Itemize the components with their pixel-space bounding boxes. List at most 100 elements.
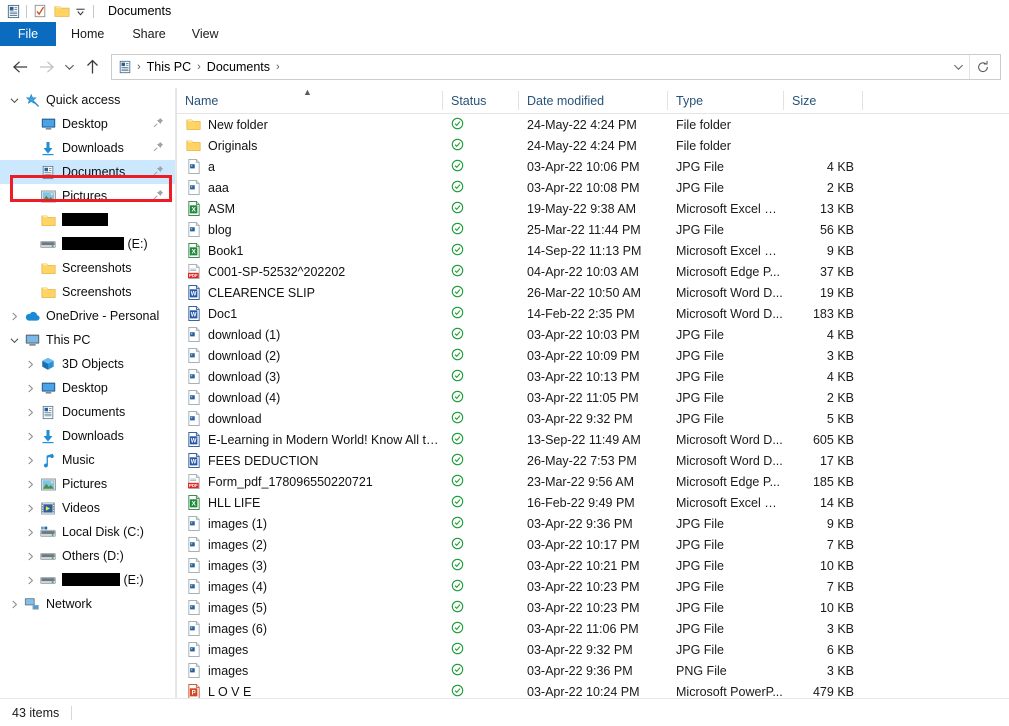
table-row[interactable]: XBook114-Sep-22 11:13 PMMicrosoft Excel …: [177, 240, 1009, 261]
sidebar-item-documents[interactable]: Documents: [0, 400, 176, 424]
breadcrumb-documents[interactable]: Documents: [202, 60, 275, 74]
chevron-right-icon[interactable]: [22, 360, 38, 369]
column-header-status[interactable]: Status: [443, 88, 519, 113]
table-row[interactable]: WE-Learning in Modern World! Know All th…: [177, 429, 1009, 450]
navigation-pane[interactable]: Quick accessDesktopDownloadsDocumentsPic…: [0, 88, 176, 698]
sidebar-item-network[interactable]: Network: [0, 592, 176, 616]
properties-icon[interactable]: [31, 2, 49, 20]
chevron-right-icon[interactable]: [22, 576, 38, 585]
table-row[interactable]: New folder24-May-22 4:24 PMFile folder: [177, 114, 1009, 135]
table-row[interactable]: WCLEARENCE SLIP26-Mar-22 10:50 AMMicroso…: [177, 282, 1009, 303]
column-header-type[interactable]: Type: [668, 88, 784, 113]
table-row[interactable]: PDFC001-SP-52532^20220204-Apr-22 10:03 A…: [177, 261, 1009, 282]
table-row[interactable]: download (3)03-Apr-22 10:13 PMJPG File4 …: [177, 366, 1009, 387]
sidebar-item-documents[interactable]: Documents: [0, 160, 176, 184]
table-row[interactable]: images03-Apr-22 9:36 PMPNG File3 KB: [177, 660, 1009, 681]
sidebar-item-desktop[interactable]: Desktop: [0, 376, 176, 400]
column-header-size[interactable]: Size: [784, 88, 863, 113]
up-arrow-icon[interactable]: [79, 54, 105, 80]
chevron-right-icon[interactable]: [22, 528, 38, 537]
table-row[interactable]: a03-Apr-22 10:06 PMJPG File4 KB: [177, 156, 1009, 177]
table-row[interactable]: XASM19-May-22 9:38 AMMicrosoft Excel W..…: [177, 198, 1009, 219]
table-row[interactable]: download03-Apr-22 9:32 PMJPG File5 KB: [177, 408, 1009, 429]
sidebar-item-music[interactable]: Music: [0, 448, 176, 472]
svg-text:W: W: [190, 439, 196, 445]
sidebar-item-pictures[interactable]: Pictures: [0, 184, 176, 208]
pin-icon[interactable]: [153, 165, 164, 179]
sidebar-item-e[interactable]: (E:): [0, 232, 176, 256]
sidebar-item-others-d[interactable]: Others (D:): [0, 544, 176, 568]
tab-view[interactable]: View: [179, 22, 232, 46]
chevron-right-icon[interactable]: [22, 384, 38, 393]
column-header-date-modified[interactable]: Date modified: [519, 88, 668, 113]
sidebar-item-videos[interactable]: Videos: [0, 496, 176, 520]
cell-type: JPG File: [668, 601, 784, 615]
file-name-label: images (6): [208, 622, 267, 636]
cell-type: Microsoft Edge P...: [668, 475, 784, 489]
chevron-right-icon[interactable]: [22, 432, 38, 441]
table-row[interactable]: download (2)03-Apr-22 10:09 PMJPG File3 …: [177, 345, 1009, 366]
sidebar-item-3d-objects[interactable]: 3D Objects: [0, 352, 176, 376]
breadcrumb-separator[interactable]: ›: [275, 61, 281, 73]
sidebar-item-screenshots[interactable]: Screenshots: [0, 256, 176, 280]
table-row[interactable]: images (4)03-Apr-22 10:23 PMJPG File7 KB: [177, 576, 1009, 597]
sidebar-item-desktop[interactable]: Desktop: [0, 112, 176, 136]
sidebar-item-onedrive-personal[interactable]: OneDrive - Personal: [0, 304, 176, 328]
chevron-right-icon[interactable]: [22, 480, 38, 489]
sidebar-item-quick-access[interactable]: Quick access: [0, 88, 176, 112]
sidebar-item-this-pc[interactable]: This PC: [0, 328, 176, 352]
cell-size: 2 KB: [784, 391, 863, 405]
table-row[interactable]: aaa03-Apr-22 10:08 PMJPG File2 KB: [177, 177, 1009, 198]
customize-dropdown-icon[interactable]: [71, 2, 89, 20]
cell-date-modified: 14-Feb-22 2:35 PM: [519, 307, 668, 321]
tab-share[interactable]: Share: [119, 22, 178, 46]
table-row[interactable]: XHLL LIFE16-Feb-22 9:49 PMMicrosoft Exce…: [177, 492, 1009, 513]
chevron-right-icon[interactable]: [22, 552, 38, 561]
tab-file[interactable]: File: [0, 22, 56, 46]
table-row[interactable]: PL O V E03-Apr-22 10:24 PMMicrosoft Powe…: [177, 681, 1009, 698]
forward-arrow-icon[interactable]: [33, 54, 59, 80]
pin-icon[interactable]: [153, 141, 164, 155]
sidebar-item-e[interactable]: (E:): [0, 568, 176, 592]
chevron-down-icon[interactable]: [6, 337, 22, 344]
table-row[interactable]: images (2)03-Apr-22 10:17 PMJPG File7 KB: [177, 534, 1009, 555]
table-row[interactable]: images (5)03-Apr-22 10:23 PMJPG File10 K…: [177, 597, 1009, 618]
cell-type: JPG File: [668, 517, 784, 531]
sidebar-item-downloads[interactable]: Downloads: [0, 136, 176, 160]
sidebar-item-pictures[interactable]: Pictures: [0, 472, 176, 496]
chevron-right-icon[interactable]: [6, 312, 22, 321]
breadcrumb-this-pc[interactable]: This PC: [142, 60, 196, 74]
tab-home[interactable]: Home: [56, 22, 119, 46]
table-row[interactable]: images (1)03-Apr-22 9:36 PMJPG File9 KB: [177, 513, 1009, 534]
chevron-down-icon[interactable]: [947, 63, 969, 71]
table-row[interactable]: blog25-Mar-22 11:44 PMJPG File56 KB: [177, 219, 1009, 240]
new-folder-icon[interactable]: [53, 2, 71, 20]
column-header-name[interactable]: Name ▲: [177, 88, 443, 113]
recent-locations-icon[interactable]: [59, 54, 79, 80]
table-row[interactable]: download (1)03-Apr-22 10:03 PMJPG File4 …: [177, 324, 1009, 345]
address-bar[interactable]: › This PC › Documents ›: [111, 54, 1001, 80]
table-row[interactable]: WFEES DEDUCTION26-May-22 7:53 PMMicrosof…: [177, 450, 1009, 471]
table-row[interactable]: images (3)03-Apr-22 10:21 PMJPG File10 K…: [177, 555, 1009, 576]
back-arrow-icon[interactable]: [7, 54, 33, 80]
table-row[interactable]: WDoc114-Feb-22 2:35 PMMicrosoft Word D..…: [177, 303, 1009, 324]
table-row[interactable]: images03-Apr-22 9:32 PMJPG File6 KB: [177, 639, 1009, 660]
pin-icon[interactable]: [153, 117, 164, 131]
sidebar-item-local-disk-c[interactable]: Local Disk (C:): [0, 520, 176, 544]
file-name-label: download (1): [208, 328, 280, 342]
refresh-icon[interactable]: [970, 60, 996, 74]
chevron-right-icon[interactable]: [22, 456, 38, 465]
table-row[interactable]: download (4)03-Apr-22 11:05 PMJPG File2 …: [177, 387, 1009, 408]
sidebar-item-redacted-5[interactable]: [0, 208, 176, 232]
column-header-extra[interactable]: [863, 88, 901, 113]
chevron-right-icon[interactable]: [22, 408, 38, 417]
chevron-right-icon[interactable]: [22, 504, 38, 513]
table-row[interactable]: images (6)03-Apr-22 11:06 PMJPG File3 KB: [177, 618, 1009, 639]
table-row[interactable]: PDFForm_pdf_17809655022072123-Mar-22 9:5…: [177, 471, 1009, 492]
sidebar-item-screenshots[interactable]: Screenshots: [0, 280, 176, 304]
pin-icon[interactable]: [153, 189, 164, 203]
chevron-right-icon[interactable]: [6, 600, 22, 609]
sidebar-item-downloads[interactable]: Downloads: [0, 424, 176, 448]
table-row[interactable]: Originals24-May-22 4:24 PMFile folder: [177, 135, 1009, 156]
chevron-down-icon[interactable]: [6, 97, 22, 104]
